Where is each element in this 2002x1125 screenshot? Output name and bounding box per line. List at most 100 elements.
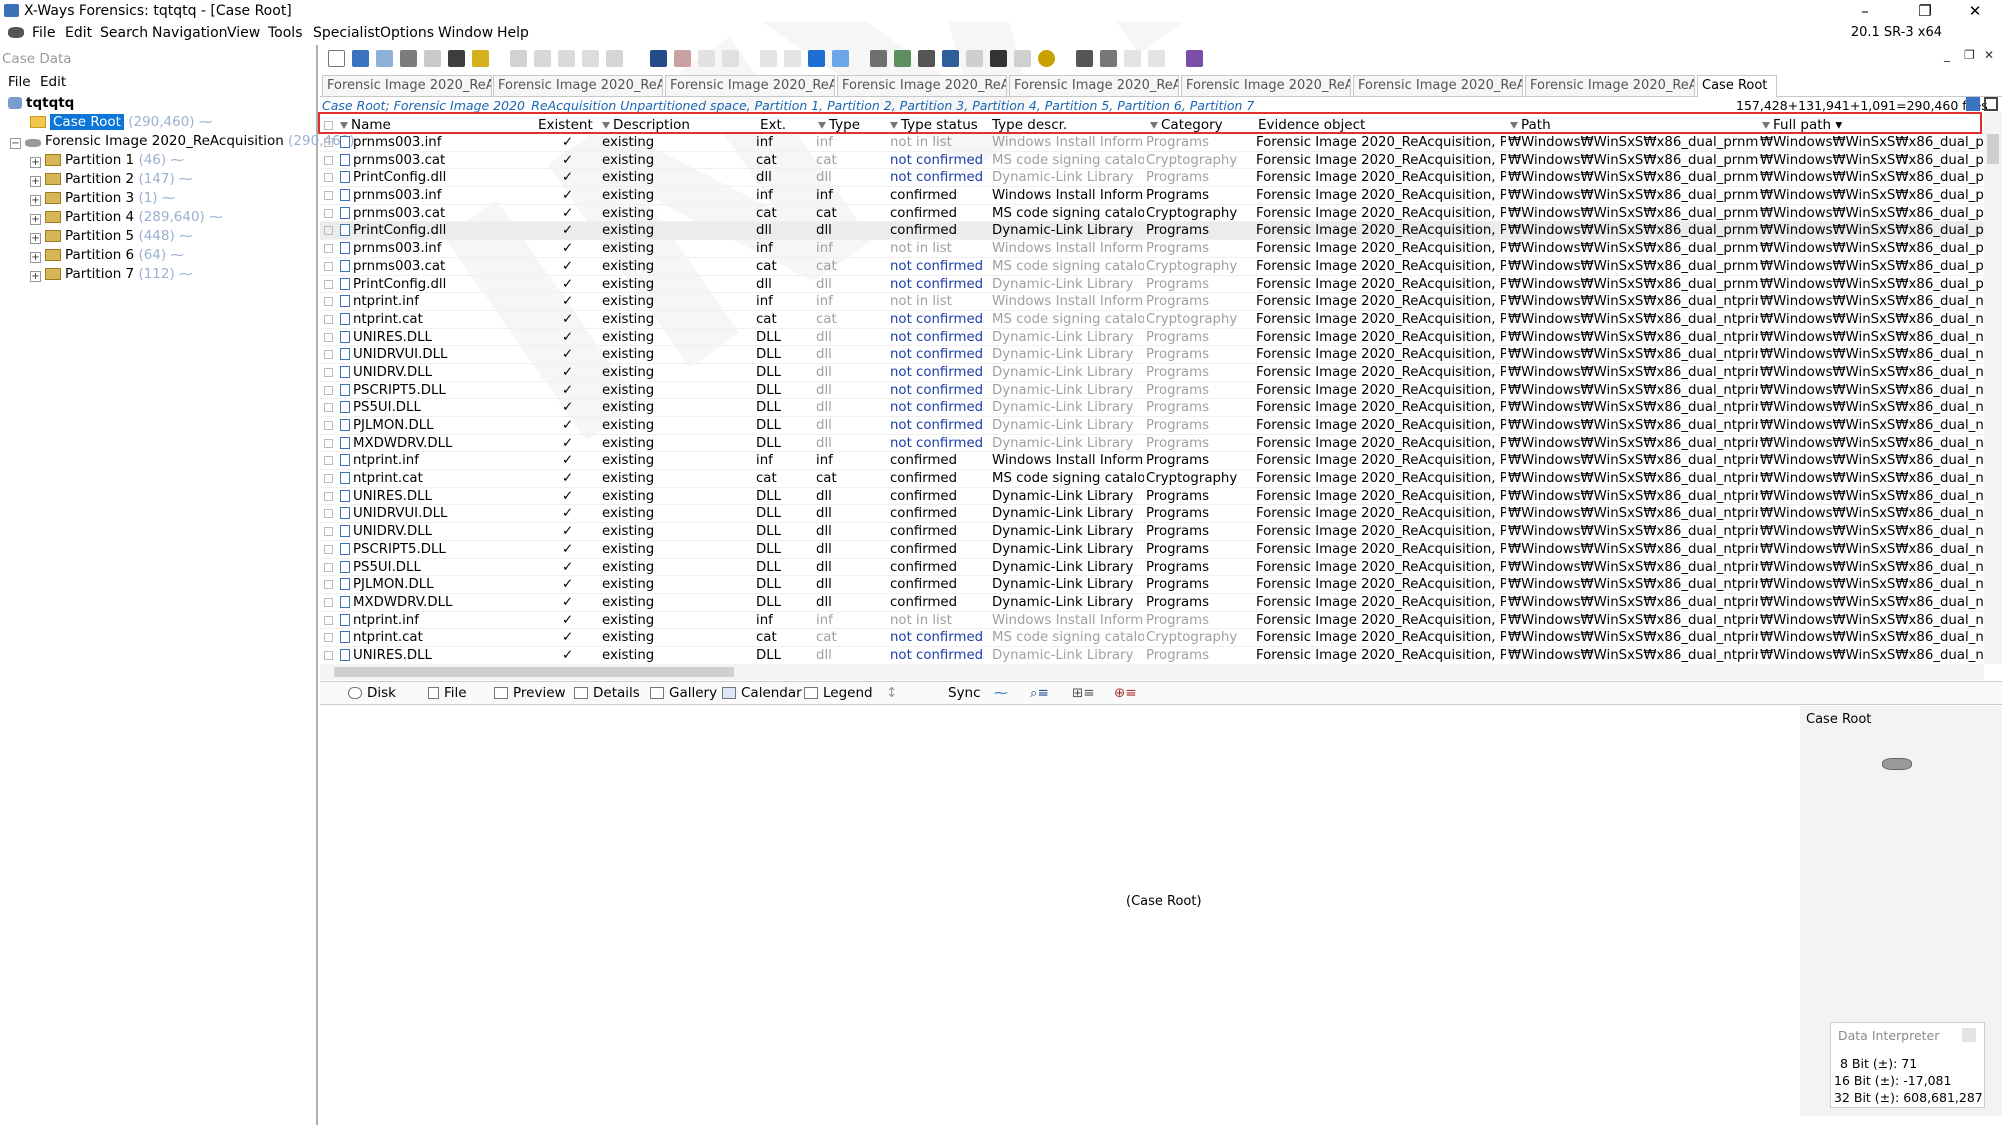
vertical-scroll-thumb[interactable]: [1987, 134, 1999, 164]
case-menu-file[interactable]: File: [8, 74, 31, 90]
col-existent[interactable]: Existent: [538, 117, 593, 133]
row-checkbox[interactable]: [324, 330, 333, 345]
table-row[interactable]: UNIRES.DLL ✓ existing DLL dll not confirmed Dy…: [320, 329, 1984, 347]
table-row[interactable]: ntprint.cat ✓ existing cat cat not confirmed M…: [320, 311, 1984, 329]
table-row[interactable]: ntprint.cat ✓ existing cat cat confirmed MS co…: [320, 470, 1984, 488]
row-checkbox[interactable]: [324, 524, 333, 539]
table-row[interactable]: ntprint.inf ✓ existing inf inf not in list Win…: [320, 612, 1984, 630]
tree-partition-2[interactable]: + Partition 2 (147) ⁓: [30, 171, 193, 187]
save-icon[interactable]: [376, 50, 393, 67]
table-row[interactable]: ntprint.inf ✓ existing inf inf not in list Win…: [320, 293, 1984, 311]
row-checkbox[interactable]: [324, 595, 333, 610]
row-checkbox[interactable]: [324, 506, 333, 521]
filter-icon[interactable]: [1510, 122, 1518, 129]
tab-image[interactable]: Forensic Image 2020_ReAc...: [1009, 75, 1179, 96]
filter-icon[interactable]: [340, 122, 348, 129]
disk-tools-icon[interactable]: [894, 50, 911, 67]
table-row[interactable]: prnms003.inf ✓ existing inf inf confirmed Wind…: [320, 187, 1984, 205]
prev-icon[interactable]: [1124, 50, 1141, 67]
col-ext[interactable]: Ext.: [760, 117, 786, 133]
goto-offset-icon[interactable]: [760, 50, 777, 67]
disk-view-button[interactable]: Disk: [348, 685, 396, 701]
row-checkbox[interactable]: [324, 170, 333, 185]
tree-case-root[interactable]: Case Root (290,460) ⁓: [30, 114, 212, 130]
tab-image[interactable]: Forensic Image 2020_ReAc...: [837, 75, 1007, 96]
row-checkbox[interactable]: [324, 206, 333, 221]
row-checkbox[interactable]: [324, 630, 333, 645]
tab-image[interactable]: Forensic Image 2020_ReAc...: [1181, 75, 1351, 96]
case-menu-edit[interactable]: Edit: [40, 74, 66, 90]
preview-button[interactable]: Preview: [494, 685, 566, 701]
tree-partition-4[interactable]: + Partition 4 (289,640) ⁓: [30, 209, 223, 225]
interpreter-close-icon[interactable]: [1962, 1028, 1976, 1042]
row-checkbox[interactable]: [324, 347, 333, 362]
goto-sector-icon[interactable]: [784, 50, 801, 67]
open-icon[interactable]: [352, 50, 369, 67]
table-row[interactable]: PJLMON.DLL ✓ existing DLL dll confirmed Dynami…: [320, 576, 1984, 594]
tab-image[interactable]: Forensic Image 2020_ReAc...: [493, 75, 663, 96]
print-icon[interactable]: [400, 50, 417, 67]
row-checkbox[interactable]: [324, 400, 333, 415]
row-checkbox[interactable]: [324, 153, 333, 168]
table-row[interactable]: prnms003.inf ✓ existing inf inf not in list Wi…: [320, 240, 1984, 258]
collapse-icon[interactable]: −: [10, 138, 21, 149]
clipboard-icon[interactable]: [448, 50, 465, 67]
copy-icon[interactable]: [534, 50, 551, 67]
row-checkbox[interactable]: [324, 241, 333, 256]
menu-file[interactable]: File: [32, 25, 55, 41]
menu-search[interactable]: Search: [100, 25, 148, 41]
col-category[interactable]: Category: [1150, 117, 1223, 133]
row-checkbox[interactable]: [324, 135, 333, 150]
export-icon[interactable]: [472, 50, 489, 67]
table-row[interactable]: MXDWDRV.DLL ✓ existing DLL dll not confirmed D…: [320, 435, 1984, 453]
row-checkbox[interactable]: [324, 188, 333, 203]
vertical-scrollbar[interactable]: [1984, 112, 2002, 664]
menu-options[interactable]: Options: [380, 25, 434, 41]
expand-icon[interactable]: +: [30, 233, 41, 244]
fill-icon[interactable]: [606, 50, 623, 67]
col-type-status[interactable]: Type status: [890, 117, 978, 133]
table-row[interactable]: prnms003.cat ✓ existing cat cat confirmed MS c…: [320, 205, 1984, 223]
plugin-icon[interactable]: [1186, 50, 1203, 67]
analyzer-icon[interactable]: [1014, 50, 1031, 67]
menu-specialist[interactable]: Specialist: [313, 25, 380, 41]
next-icon[interactable]: [1148, 50, 1165, 67]
target-icon[interactable]: ⊕≡: [1114, 685, 1137, 701]
file-view-button[interactable]: File: [428, 685, 467, 701]
table-row[interactable]: PSCRIPT5.DLL ✓ existing DLL dll not confirmed…: [320, 382, 1984, 400]
filter-icon[interactable]: [818, 122, 826, 129]
refresh-icon[interactable]: [1966, 97, 1980, 111]
details-button[interactable]: Details: [574, 685, 640, 701]
search-hits-icon[interactable]: ⌕≡: [1030, 685, 1049, 701]
sync-button[interactable]: Sync: [948, 685, 981, 701]
expand-icon[interactable]: +: [30, 195, 41, 206]
replace-icon[interactable]: [722, 50, 739, 67]
table-row[interactable]: PrintConfig.dll ✓ existing dll dll not confir…: [320, 169, 1984, 188]
row-checkbox[interactable]: [324, 277, 333, 292]
menu-navigation[interactable]: Navigation: [152, 25, 228, 41]
undo-icon[interactable]: [510, 50, 527, 67]
col-name[interactable]: Name: [340, 117, 391, 133]
expand-icon[interactable]: +: [30, 176, 41, 187]
tab-image[interactable]: Forensic Image 2020_ReAc...: [1353, 75, 1523, 96]
sync-icon[interactable]: [1076, 50, 1093, 67]
tree-image[interactable]: − Forensic Image 2020_ReAcquisition (290,…: [10, 133, 355, 149]
row-checkbox[interactable]: [324, 577, 333, 592]
properties-icon[interactable]: [424, 50, 441, 67]
disk-snapshot-icon[interactable]: [918, 50, 935, 67]
back-arrow-icon[interactable]: [808, 50, 825, 67]
menu-view[interactable]: View: [227, 25, 260, 41]
minimize-icon[interactable]: –: [1842, 0, 1888, 22]
row-checkbox[interactable]: [324, 259, 333, 274]
tab-case-root[interactable]: Case Root: [1697, 75, 1777, 97]
col-description[interactable]: Description: [602, 117, 690, 133]
menu-window[interactable]: Window: [438, 25, 493, 41]
table-row[interactable]: UNIRES.DLL ✓ existing DLL dll not confirmed Dy…: [320, 647, 1984, 664]
tree-partition-3[interactable]: + Partition 3 (1) ⁓: [30, 190, 175, 206]
col-type-descr[interactable]: Type descr.: [992, 117, 1067, 133]
row-checkbox[interactable]: [324, 365, 333, 380]
hazard-icon[interactable]: [1038, 50, 1055, 67]
header-checkbox[interactable]: [324, 117, 333, 133]
table-row[interactable]: PSCRIPT5.DLL ✓ existing DLL dll confirmed Dyna…: [320, 541, 1984, 559]
save-list-icon[interactable]: [1984, 97, 1998, 111]
